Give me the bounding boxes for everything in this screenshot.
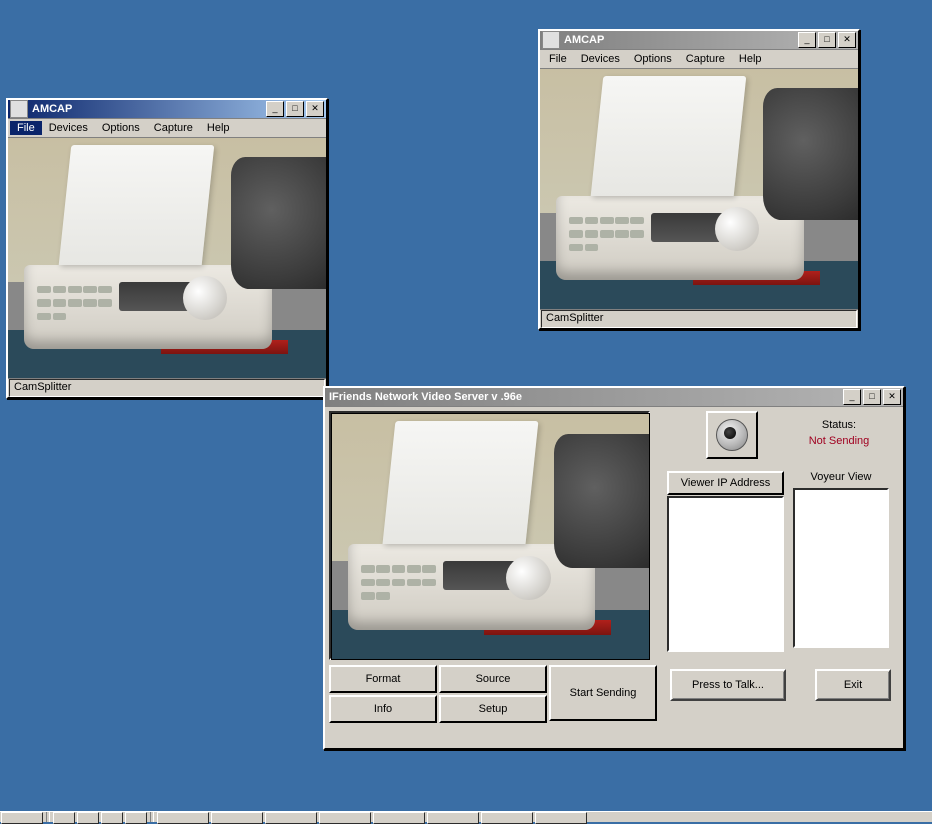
window-title: AMCAP (562, 34, 796, 46)
maximize-button[interactable]: □ (863, 389, 881, 405)
minimize-button[interactable]: _ (843, 389, 861, 405)
status-label: Status: (789, 419, 889, 431)
menu-help[interactable]: Help (200, 121, 237, 135)
minimize-button[interactable]: _ (266, 101, 284, 117)
menu-file[interactable]: File (542, 52, 574, 66)
task-button[interactable] (211, 812, 263, 824)
titlebar[interactable]: AMCAP _ □ ✕ (8, 100, 326, 119)
video-preview (540, 69, 858, 309)
statusbar: CamSplitter (8, 378, 326, 397)
maximize-button[interactable]: □ (818, 32, 836, 48)
menu-file[interactable]: File (10, 121, 42, 135)
quicklaunch-icon[interactable] (77, 812, 99, 824)
menu-devices[interactable]: Devices (574, 52, 627, 66)
amcap-window-1: AMCAP _ □ ✕ File Devices Options Capture… (6, 98, 328, 399)
menu-capture[interactable]: Capture (147, 121, 200, 135)
minimize-button[interactable]: _ (798, 32, 816, 48)
app-icon (542, 31, 560, 49)
task-button[interactable] (427, 812, 479, 824)
exit-button[interactable]: Exit (815, 669, 891, 701)
status-cell: CamSplitter (541, 310, 857, 328)
viewer-ip-header: Viewer IP Address (667, 471, 784, 495)
webcam-icon (716, 419, 748, 451)
close-button[interactable]: ✕ (838, 32, 856, 48)
video-preview (8, 138, 326, 378)
statusbar: CamSplitter (540, 309, 858, 328)
task-button[interactable] (373, 812, 425, 824)
status-value: Not Sending (789, 435, 889, 447)
setup-button[interactable]: Setup (439, 695, 547, 723)
quicklaunch-icon[interactable] (101, 812, 123, 824)
ifriends-window: IFriends Network Video Server v .96e _ □… (323, 386, 905, 750)
start-button[interactable] (1, 812, 43, 824)
status-cell: CamSplitter (9, 379, 325, 397)
voyeur-view-label: Voyeur View (793, 467, 889, 487)
window-body: Status: Not Sending Viewer IP Address Vo… (325, 407, 903, 759)
task-button[interactable] (319, 812, 371, 824)
close-button[interactable]: ✕ (883, 389, 901, 405)
task-button[interactable] (481, 812, 533, 824)
quicklaunch-icon[interactable] (53, 812, 75, 824)
menubar: File Devices Options Capture Help (8, 119, 326, 138)
start-sending-button[interactable]: Start Sending (549, 665, 657, 721)
menu-options[interactable]: Options (95, 121, 147, 135)
menubar: File Devices Options Capture Help (540, 50, 858, 69)
press-to-talk-button[interactable]: Press to Talk... (670, 669, 786, 701)
main-video-frame (329, 411, 650, 660)
taskbar[interactable] (0, 811, 932, 822)
menu-help[interactable]: Help (732, 52, 769, 66)
menu-devices[interactable]: Devices (42, 121, 95, 135)
app-icon (10, 100, 28, 118)
maximize-button[interactable]: □ (286, 101, 304, 117)
webcam-icon-box (706, 411, 758, 459)
close-button[interactable]: ✕ (306, 101, 324, 117)
quicklaunch-icon[interactable] (125, 812, 147, 824)
format-button[interactable]: Format (329, 665, 437, 693)
task-button[interactable] (535, 812, 587, 824)
viewer-ip-label: Viewer IP Address (681, 477, 770, 489)
menu-options[interactable]: Options (627, 52, 679, 66)
info-button[interactable]: Info (329, 695, 437, 723)
voyeur-view-box (793, 488, 889, 648)
source-button[interactable]: Source (439, 665, 547, 693)
viewer-ip-list[interactable] (667, 496, 784, 652)
task-button[interactable] (157, 812, 209, 824)
window-title: IFriends Network Video Server v .96e (325, 391, 841, 403)
titlebar[interactable]: AMCAP _ □ ✕ (540, 31, 858, 50)
window-title: AMCAP (30, 103, 264, 115)
titlebar[interactable]: IFriends Network Video Server v .96e _ □… (325, 388, 903, 407)
task-button[interactable] (265, 812, 317, 824)
amcap-window-2: AMCAP _ □ ✕ File Devices Options Capture… (538, 29, 860, 330)
menu-capture[interactable]: Capture (679, 52, 732, 66)
